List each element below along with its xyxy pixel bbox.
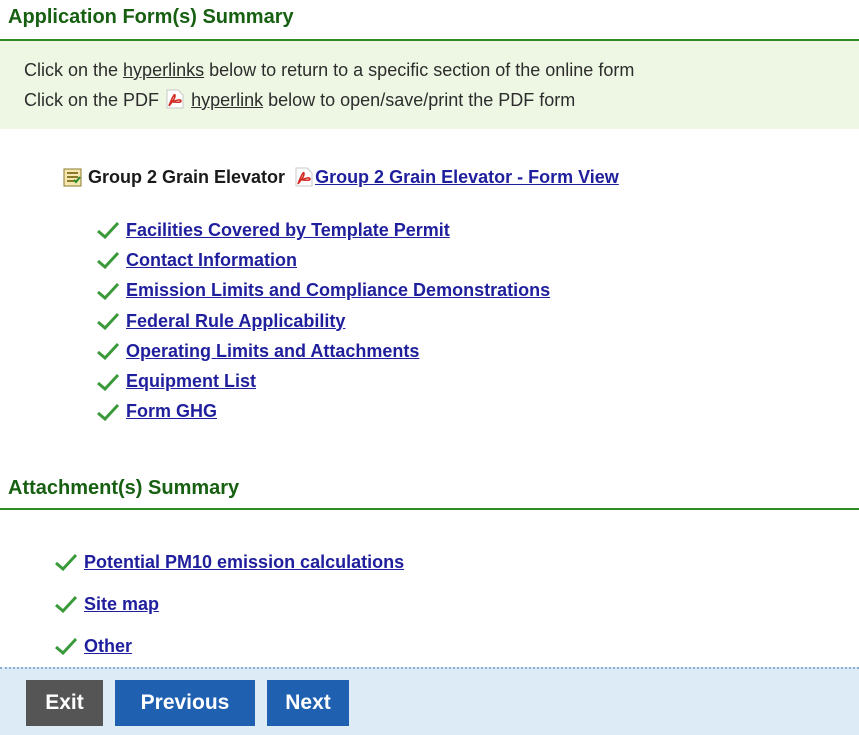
section-link-form-ghg[interactable]: Form GHG [126,401,217,422]
next-button[interactable]: Next [267,680,349,726]
hyperlink-text: hyperlink [191,90,264,110]
list-item: Potential PM10 emission calculations [54,541,404,583]
list-item: Emission Limits and Compliance Demonstra… [96,276,550,306]
check-icon [97,373,120,391]
list-item: Site map [54,583,404,625]
check-icon [55,595,78,613]
check-icon [55,637,78,655]
application-summary-title: Application Form(s) Summary [8,6,294,28]
attachment-link-pm10[interactable]: Potential PM10 emission calculations [84,552,404,573]
check-icon [55,553,78,571]
instruction-line-2: Click on the PDF hyperlink below to open… [24,89,576,110]
check-icon [97,222,120,240]
section-link-federal-rule[interactable]: Federal Rule Applicability [126,311,345,332]
attachment-summary-title: Attachment(s) Summary [8,477,240,499]
instruction-line-1: Click on the hyperlinks below to return … [24,60,635,80]
section-divider [0,508,859,510]
pdf-icon [166,89,184,109]
section-link-facilities[interactable]: Facilities Covered by Template Permit [126,220,450,241]
list-item: Federal Rule Applicability [96,306,550,336]
list-item: Equipment List [96,366,550,396]
section-link-emission-limits[interactable]: Emission Limits and Compliance Demonstra… [126,280,550,301]
group-row: Group 2 Grain Elevator Group 2 Grain Ele… [62,166,619,188]
check-icon [97,313,120,331]
section-link-contact[interactable]: Contact Information [126,250,297,271]
form-sections-list: Facilities Covered by Template Permit Co… [96,215,550,427]
list-item: Form GHG [96,397,550,427]
list-item: Facilities Covered by Template Permit [96,215,550,245]
instructions-box: Click on the hyperlinks below to return … [0,41,859,129]
check-icon [97,282,120,300]
check-icon [97,252,120,270]
check-icon [97,403,120,421]
section-link-operating-limits[interactable]: Operating Limits and Attachments [126,341,419,362]
list-item: Other [54,625,404,667]
attachment-link-other[interactable]: Other [84,636,132,657]
check-icon [97,343,120,361]
attachments-list: Potential PM10 emission calculations Sit… [54,541,404,667]
exit-button[interactable]: Exit [26,680,103,726]
pdf-icon[interactable] [293,166,315,188]
list-item: Contact Information [96,245,550,275]
hyperlinks-text: hyperlinks [123,60,205,80]
document-icon[interactable] [62,166,84,188]
group-pdf-link[interactable]: Group 2 Grain Elevator - Form View [315,167,619,188]
attachment-link-site-map[interactable]: Site map [84,594,159,615]
section-link-equipment-list[interactable]: Equipment List [126,371,256,392]
list-item: Operating Limits and Attachments [96,336,550,366]
footer-bar: Exit Previous Next [0,667,859,735]
previous-button[interactable]: Previous [115,680,255,726]
group-label: Group 2 Grain Elevator [88,166,286,187]
